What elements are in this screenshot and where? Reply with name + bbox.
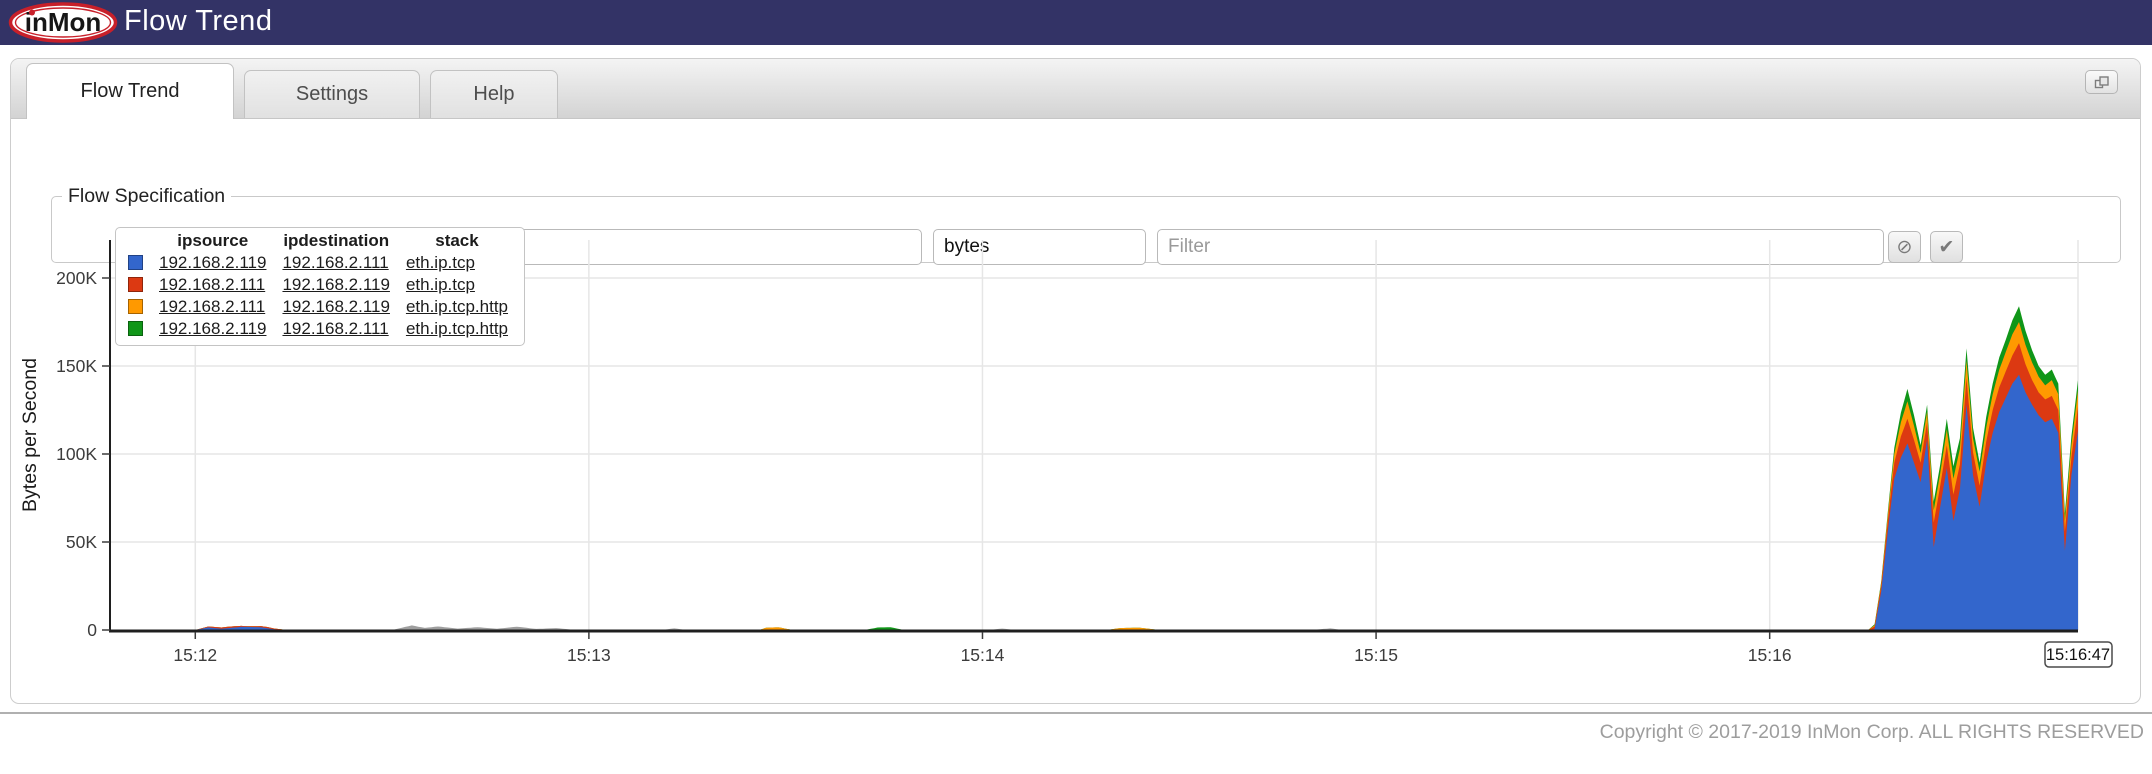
legend-header-swatch bbox=[120, 230, 151, 252]
legend-link[interactable]: 192.168.2.111 bbox=[282, 319, 388, 338]
legend-row: 192.168.2.111 192.168.2.119 eth.ip.tcp bbox=[120, 274, 516, 296]
footer-rule bbox=[0, 712, 2152, 714]
chart-legend: ipsourceipdestinationstack192.168.2.1191… bbox=[115, 227, 525, 346]
tab-help[interactable]: Help bbox=[430, 70, 558, 118]
svg-text:15:16:47: 15:16:47 bbox=[2046, 646, 2110, 664]
color-swatch bbox=[128, 321, 143, 336]
current-time-label: 15:16:47 bbox=[2045, 642, 2112, 667]
legend-link[interactable]: eth.ip.tcp.http bbox=[406, 297, 508, 316]
svg-text:15:15: 15:15 bbox=[1354, 645, 1398, 665]
svg-text:15:13: 15:13 bbox=[567, 645, 611, 665]
legend-header-cell: ipsource bbox=[151, 230, 274, 252]
inmon-logo-text: inMon bbox=[25, 7, 102, 37]
legend-header-cell: ipdestination bbox=[274, 230, 397, 252]
svg-text:50K: 50K bbox=[66, 532, 97, 552]
svg-text:0: 0 bbox=[87, 620, 97, 640]
legend-link[interactable]: 192.168.2.111 bbox=[159, 297, 265, 316]
area-series-0 bbox=[110, 375, 2078, 630]
legend-link[interactable]: 192.168.2.119 bbox=[282, 275, 389, 294]
svg-text:200K: 200K bbox=[56, 268, 97, 288]
page-title: Flow Trend bbox=[124, 5, 272, 38]
svg-text:150K: 150K bbox=[56, 356, 97, 376]
area-series-3 bbox=[110, 306, 2078, 630]
chart-areas bbox=[110, 306, 2078, 630]
tab-bar: Flow Trend Settings Help bbox=[11, 59, 2140, 119]
svg-text:15:12: 15:12 bbox=[173, 645, 217, 665]
area-series-other bbox=[110, 625, 2078, 630]
logo-i-dot bbox=[29, 10, 35, 16]
legend-link[interactable]: 192.168.2.111 bbox=[282, 253, 388, 272]
legend-table: ipsourceipdestinationstack192.168.2.1191… bbox=[120, 230, 516, 340]
svg-text:100K: 100K bbox=[56, 444, 97, 464]
legend-link[interactable]: 192.168.2.119 bbox=[282, 297, 389, 316]
legend-link[interactable]: 192.168.2.111 bbox=[159, 275, 265, 294]
legend-row: 192.168.2.111 192.168.2.119 eth.ip.tcp.htt… bbox=[120, 296, 516, 318]
popout-button[interactable] bbox=[2085, 70, 2118, 94]
area-series-1 bbox=[110, 343, 2078, 630]
inmon-logo: inMon bbox=[8, 2, 118, 43]
tab-flow-trend[interactable]: Flow Trend bbox=[26, 63, 234, 119]
flow-spec-legend: Flow Specification bbox=[62, 185, 231, 208]
tab-settings[interactable]: Settings bbox=[244, 70, 420, 118]
legend-link[interactable]: eth.ip.tcp bbox=[406, 253, 475, 272]
area-series-2 bbox=[110, 322, 2078, 630]
legend-link[interactable]: 192.168.2.119 bbox=[159, 319, 266, 338]
svg-text:15:14: 15:14 bbox=[961, 645, 1005, 665]
popout-icon bbox=[2094, 76, 2109, 89]
legend-link[interactable]: eth.ip.tcp bbox=[406, 275, 475, 294]
legend-link[interactable]: eth.ip.tcp.http bbox=[406, 319, 508, 338]
color-swatch bbox=[128, 255, 143, 270]
legend-row: 192.168.2.119 192.168.2.111 eth.ip.tcp.htt… bbox=[120, 318, 516, 340]
color-swatch bbox=[128, 277, 143, 292]
y-axis-title: Bytes per Second bbox=[19, 358, 41, 512]
color-swatch bbox=[128, 299, 143, 314]
legend-header-cell: stack bbox=[398, 230, 516, 252]
copyright-text: Copyright © 2017-2019 InMon Corp. ALL RI… bbox=[1600, 721, 2144, 744]
legend-link[interactable]: 192.168.2.119 bbox=[159, 253, 266, 272]
app-header: inMon Flow Trend bbox=[0, 0, 2152, 45]
legend-row: 192.168.2.119 192.168.2.111 eth.ip.tcp bbox=[120, 252, 516, 274]
svg-text:15:16: 15:16 bbox=[1748, 645, 1792, 665]
